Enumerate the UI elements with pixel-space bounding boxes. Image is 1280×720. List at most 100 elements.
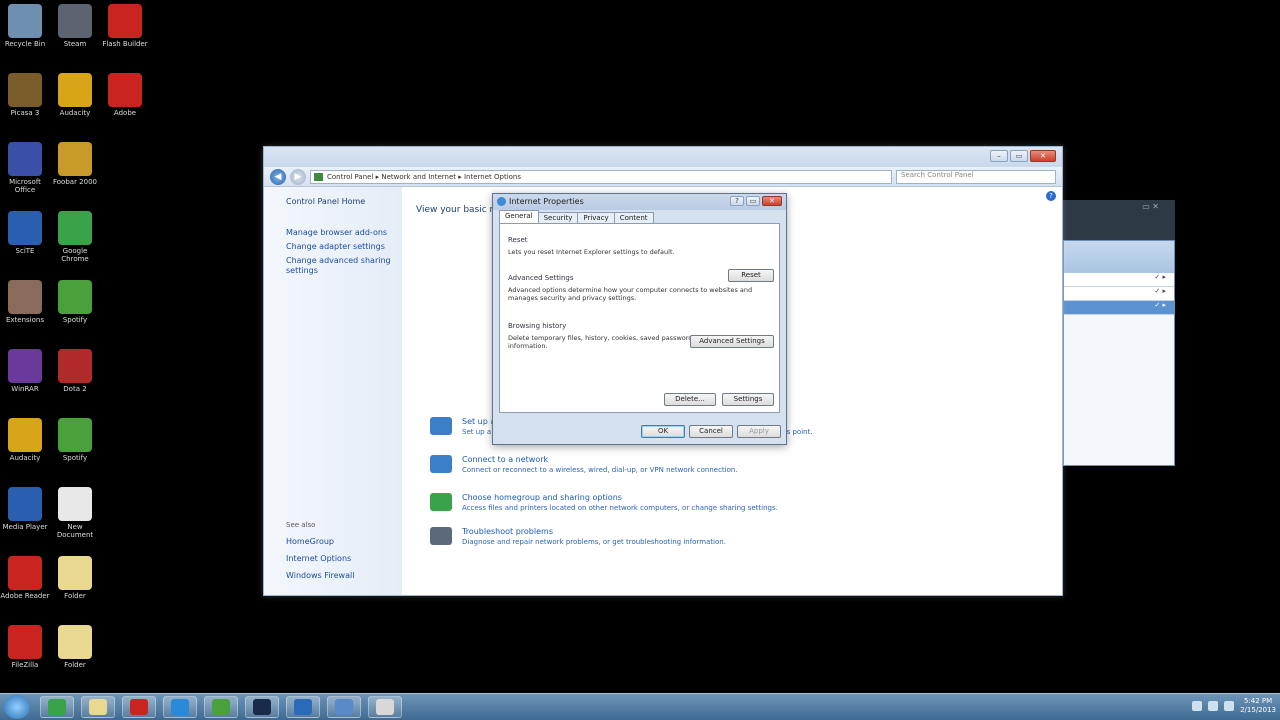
dialog-tab[interactable]: Privacy: [577, 212, 615, 223]
back-button[interactable]: ◀: [270, 168, 286, 185]
volume-icon[interactable]: [1208, 701, 1219, 711]
forward-button[interactable]: ▶: [290, 168, 306, 185]
app-icon: [58, 418, 92, 452]
desktop-icon[interactable]: SciTE: [0, 209, 50, 273]
search-input[interactable]: Search Control Panel: [896, 169, 1056, 184]
desktop-icon[interactable]: Adobe Reader: [0, 554, 50, 618]
background-window[interactable]: ▭ ✕ ✓ ▸ ✓ ▸ ✓ ▸: [1063, 200, 1175, 466]
system-tray: 5:42 PM 2/15/2013: [1192, 697, 1276, 715]
desktop-icon[interactable]: Recycle Bin: [0, 2, 50, 66]
taskbar-button-network[interactable]: [286, 696, 320, 718]
clock-date: 2/15/2013: [1240, 706, 1276, 714]
task-link[interactable]: Connect to a network: [462, 455, 738, 464]
advanced-settings-button[interactable]: Advanced Settings: [690, 335, 774, 348]
help-button[interactable]: ?: [730, 196, 744, 206]
app-icon: [58, 349, 92, 383]
desktop-icon[interactable]: Audacity: [0, 416, 50, 480]
settings-button[interactable]: Settings: [722, 393, 774, 406]
desktop-icon[interactable]: Google Chrome: [50, 209, 100, 273]
sidebar-link[interactable]: Change advanced sharing settings: [286, 256, 394, 276]
reset-button[interactable]: Reset: [728, 269, 774, 282]
desktop-icon-label: Steam: [63, 40, 87, 48]
desktop-icon[interactable]: Media Player: [0, 485, 50, 549]
list-item[interactable]: ✓ ▸: [1064, 273, 1174, 287]
taskbar-button-chrome[interactable]: [40, 696, 74, 718]
start-button[interactable]: [4, 695, 30, 719]
task-link[interactable]: Troubleshoot problems: [462, 527, 726, 536]
help-icon[interactable]: ?: [1046, 191, 1056, 201]
taskbar-button-media[interactable]: [245, 696, 279, 718]
dialog-tab[interactable]: Content: [613, 212, 654, 223]
desktop-icon[interactable]: Adobe: [100, 71, 150, 135]
list-item-selected[interactable]: ✓ ▸: [1064, 301, 1174, 315]
desktop-icon[interactable]: Flash Builder: [100, 2, 150, 66]
network-icon[interactable]: [1192, 701, 1203, 711]
desktop-icon[interactable]: New Document: [50, 485, 100, 549]
desktop-icon-label: Adobe: [113, 109, 137, 117]
flag-icon[interactable]: [1224, 701, 1235, 711]
apply-button[interactable]: Apply: [737, 425, 781, 438]
app-icon: [8, 73, 42, 107]
desktop-icon[interactable]: Dota 2: [50, 347, 100, 411]
desktop-icon[interactable]: Steam: [50, 2, 100, 66]
dialog-tab[interactable]: General: [499, 210, 539, 223]
cancel-button[interactable]: Cancel: [689, 425, 733, 438]
background-window-buttons[interactable]: ▭ ✕: [1142, 202, 1159, 211]
app-icon: [8, 211, 42, 245]
taskbar-button-explorer[interactable]: [81, 696, 115, 718]
list-item[interactable]: ✓ ▸: [1064, 287, 1174, 301]
background-window-header: [1064, 241, 1174, 273]
desktop-icon[interactable]: Spotify: [50, 416, 100, 480]
media-icon: [253, 699, 271, 715]
desktop-icon-label: WinRAR: [11, 385, 39, 393]
taskbar-button-monitor[interactable]: [327, 696, 361, 718]
desktop-icon[interactable]: FileZilla: [0, 623, 50, 687]
see-also: See also HomeGroup Internet Options Window…: [286, 521, 354, 588]
taskbar-button-ie[interactable]: [163, 696, 197, 718]
task-description: Access files and printers located on oth…: [462, 504, 778, 512]
task-description: Connect or reconnect to a wireless, wire…: [462, 466, 738, 474]
maximize-button[interactable]: ▭: [1010, 150, 1028, 162]
desktop-icon[interactable]: Folder: [50, 554, 100, 618]
dialog-titlebar[interactable]: Internet Properties ? ▭ ✕: [493, 194, 786, 210]
group-title-reset: Reset: [508, 236, 528, 244]
group-text-advanced: Advanced options determine how your comp…: [508, 286, 753, 302]
delete-button[interactable]: Delete...: [664, 393, 716, 406]
app-icon: [8, 349, 42, 383]
close-button[interactable]: ✕: [1030, 150, 1056, 162]
clock-time: 5:42 PM: [1243, 697, 1273, 705]
desktop-icon[interactable]: Microsoft Office: [0, 140, 50, 204]
desktop-icon-label: New Document: [56, 523, 94, 539]
desktop-icon[interactable]: Audacity: [50, 71, 100, 135]
desktop-icon[interactable]: Spotify: [50, 278, 100, 342]
maximize-button[interactable]: ▭: [746, 196, 760, 206]
dialog-tab[interactable]: Security: [537, 212, 579, 223]
see-also-link[interactable]: Windows Firewall: [286, 571, 354, 581]
desktop-icon[interactable]: Picasa 3: [0, 71, 50, 135]
close-button[interactable]: ✕: [762, 196, 782, 206]
window-titlebar[interactable]: – ▭ ✕: [264, 147, 1062, 167]
sidebar-link[interactable]: Change adapter settings: [286, 242, 394, 252]
minimize-button[interactable]: –: [990, 150, 1008, 162]
task-link[interactable]: Choose homegroup and sharing options: [462, 493, 778, 502]
see-also-title: See also: [286, 521, 316, 529]
task-section: Troubleshoot problems Diagnose and repair…: [430, 527, 726, 546]
desktop-icon[interactable]: Foobar 2000: [50, 140, 100, 204]
see-also-link[interactable]: Internet Options: [286, 554, 354, 564]
address-bar: ◀ ▶ Control Panel ▸ Network and Internet…: [264, 167, 1062, 187]
internet-properties-dialog[interactable]: Internet Properties ? ▭ ✕ General Securit…: [492, 193, 787, 445]
desktop-icon-label: Extensions: [5, 316, 44, 324]
desktop-icon[interactable]: WinRAR: [0, 347, 50, 411]
sidebar-link[interactable]: Manage browser add-ons: [286, 228, 394, 238]
desktop-icon[interactable]: Folder: [50, 623, 100, 687]
see-also-link[interactable]: HomeGroup: [286, 537, 354, 547]
task-description: Diagnose and repair network problems, or…: [462, 538, 726, 546]
desktop-icon[interactable]: Extensions: [0, 278, 50, 342]
taskbar-button-flash[interactable]: [122, 696, 156, 718]
taskbar-button-explorer2[interactable]: [368, 696, 402, 718]
address-field[interactable]: Control Panel ▸ Network and Internet ▸ I…: [310, 169, 892, 184]
ok-button[interactable]: OK: [641, 425, 685, 438]
clock[interactable]: 5:42 PM 2/15/2013: [1240, 697, 1276, 715]
control-panel-home-link[interactable]: Control Panel Home: [286, 197, 394, 206]
taskbar-button-spotify[interactable]: [204, 696, 238, 718]
